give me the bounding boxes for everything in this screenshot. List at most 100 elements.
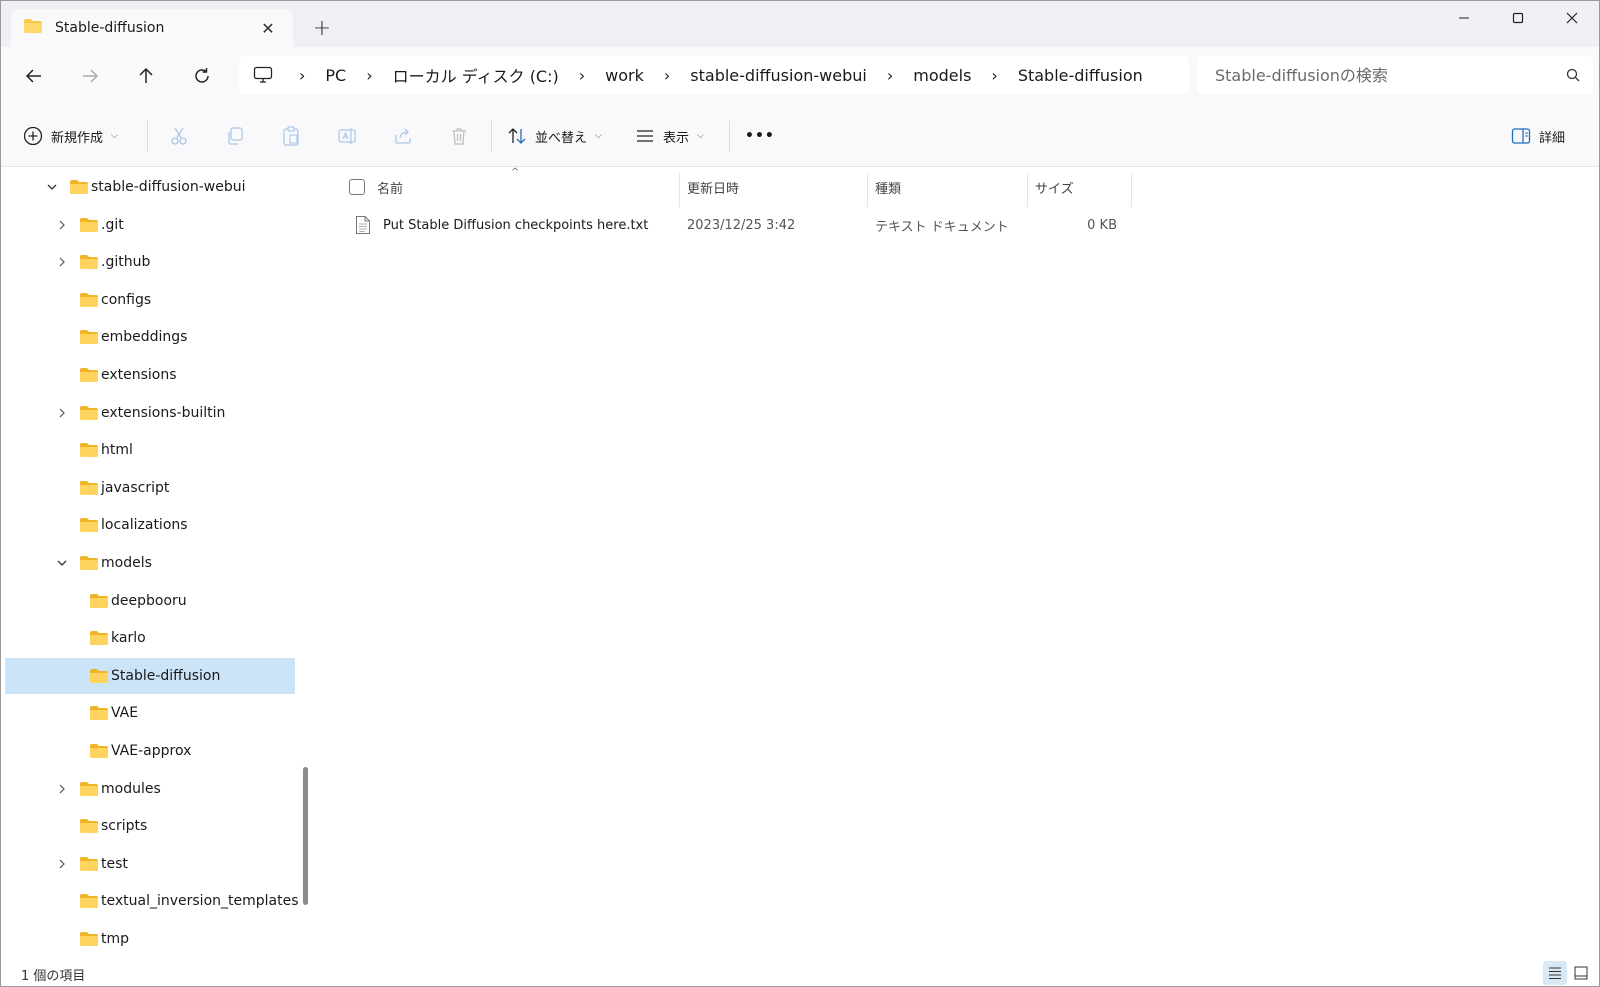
column-header-type[interactable]: 種類 bbox=[875, 171, 901, 203]
column-header-name-label: 名前 bbox=[377, 181, 404, 197]
folder-icon bbox=[79, 480, 99, 500]
new-button[interactable]: 新規作成 ⌵ bbox=[23, 118, 118, 154]
navigation-pane-scrollbar[interactable] bbox=[303, 767, 308, 905]
back-button[interactable] bbox=[17, 59, 51, 93]
breadcrumb-separator: › bbox=[663, 65, 671, 85]
search-input[interactable] bbox=[1215, 65, 1553, 85]
column-divider[interactable] bbox=[867, 173, 868, 207]
folder-icon bbox=[89, 593, 109, 613]
plus-circle-icon bbox=[23, 126, 43, 146]
toolbar-divider bbox=[147, 121, 148, 153]
file-row[interactable]: Put Stable Diffusion checkpoints here.tx… bbox=[341, 207, 1451, 243]
close-window-button[interactable] bbox=[1545, 1, 1599, 35]
new-tab-button[interactable]: + bbox=[307, 13, 337, 43]
column-divider[interactable] bbox=[679, 173, 680, 207]
refresh-button[interactable] bbox=[185, 59, 219, 93]
tree-item[interactable]: modules bbox=[5, 771, 295, 807]
chevron-right-icon[interactable] bbox=[55, 255, 69, 269]
select-all-checkbox[interactable] bbox=[349, 179, 365, 195]
chevron-right-icon[interactable] bbox=[55, 782, 69, 796]
tree-item[interactable]: models bbox=[5, 545, 295, 581]
delete-button[interactable] bbox=[441, 118, 477, 154]
tree-item[interactable]: tmp bbox=[5, 921, 295, 957]
search-box[interactable] bbox=[1197, 56, 1593, 94]
address-bar[interactable]: › PC › ローカル ディスク (C:) › work › stable-di… bbox=[239, 56, 1189, 94]
up-button[interactable] bbox=[129, 59, 163, 93]
breadcrumb-work[interactable]: work bbox=[605, 66, 644, 85]
tree-item[interactable]: .github bbox=[5, 244, 295, 280]
tree-item[interactable]: VAE-approx bbox=[5, 733, 295, 769]
maximize-button[interactable] bbox=[1491, 1, 1545, 35]
tree-item-label: tmp bbox=[101, 931, 130, 947]
more-options-button[interactable]: ••• bbox=[745, 118, 775, 154]
tree-item[interactable]: deepbooru bbox=[5, 583, 295, 619]
view-button[interactable]: 表示 ⌵ bbox=[635, 118, 704, 154]
tree-item[interactable]: test bbox=[5, 846, 295, 882]
chevron-down-icon[interactable] bbox=[45, 180, 59, 194]
tree-item[interactable]: karlo bbox=[5, 620, 295, 656]
close-tab-button[interactable]: ✕ bbox=[253, 13, 283, 43]
file-type: テキスト ドキュメント bbox=[875, 219, 1009, 235]
paste-button[interactable] bbox=[273, 118, 309, 154]
tiles-view-button[interactable] bbox=[1569, 961, 1593, 985]
tree-item-label: extensions bbox=[101, 367, 177, 383]
tree-item[interactable]: VAE bbox=[5, 695, 295, 731]
sort-button[interactable]: 並べ替え ⌵ bbox=[507, 118, 602, 154]
rename-button[interactable] bbox=[329, 118, 365, 154]
search-icon[interactable] bbox=[1553, 68, 1593, 82]
tree-item-label: deepbooru bbox=[111, 592, 187, 609]
column-divider[interactable] bbox=[1027, 173, 1028, 207]
column-header-size[interactable]: サイズ bbox=[1035, 171, 1074, 203]
tab-stable-diffusion[interactable]: Stable-diffusion ✕ bbox=[11, 9, 293, 47]
chevron-right-icon[interactable] bbox=[55, 406, 69, 420]
tree-item-label: test bbox=[101, 855, 128, 872]
tree-item[interactable]: extensions-builtin bbox=[5, 395, 295, 431]
share-button[interactable] bbox=[385, 118, 421, 154]
list-view-icon bbox=[635, 126, 655, 146]
chevron-down-icon[interactable] bbox=[55, 556, 69, 570]
sort-icon bbox=[507, 126, 527, 146]
column-header-modified-label: 更新日時 bbox=[687, 181, 740, 197]
chevron-right-icon[interactable] bbox=[55, 218, 69, 232]
tree-item-label: scripts bbox=[101, 818, 148, 835]
breadcrumb-models[interactable]: models bbox=[913, 66, 971, 85]
command-bar: 新規作成 ⌵ 並べ替え ⌵ 表示 ⌵ ••• 詳細 bbox=[1, 105, 1599, 167]
tree-item-label: .github bbox=[101, 254, 151, 271]
tree-item[interactable]: extensions bbox=[5, 357, 295, 393]
details-view-button[interactable] bbox=[1543, 961, 1567, 985]
tree-item[interactable]: configs bbox=[5, 282, 295, 318]
tree-item[interactable]: Stable-diffusion bbox=[5, 657, 295, 694]
tree-item[interactable]: stable-diffusion-webui bbox=[5, 171, 295, 205]
breadcrumb-local-disk[interactable]: ローカル ディスク (C:) bbox=[393, 63, 559, 87]
details-pane-button[interactable]: 詳細 bbox=[1511, 118, 1565, 154]
details-view-icon bbox=[1549, 967, 1561, 979]
minimize-button[interactable] bbox=[1437, 1, 1491, 35]
copy-button[interactable] bbox=[217, 118, 253, 154]
tree-item[interactable]: scripts bbox=[5, 808, 295, 844]
tree-item[interactable]: javascript bbox=[5, 470, 295, 506]
sort-ascending-icon: ^ bbox=[511, 167, 520, 178]
breadcrumb-stable-diffusion[interactable]: Stable-diffusion bbox=[1018, 66, 1143, 85]
tree-item-label: javascript bbox=[101, 479, 170, 496]
share-icon bbox=[385, 118, 421, 154]
folder-icon bbox=[79, 442, 99, 462]
tree-item-label: VAE-approx bbox=[111, 743, 192, 759]
forward-button[interactable] bbox=[73, 59, 107, 93]
tree-item[interactable]: html bbox=[5, 432, 295, 468]
cut-button[interactable] bbox=[161, 118, 197, 154]
tree-item-label: .git bbox=[101, 216, 124, 233]
tree-item[interactable]: localizations bbox=[5, 507, 295, 543]
breadcrumb-stable-diffusion-webui[interactable]: stable-diffusion-webui bbox=[690, 66, 867, 85]
column-header-modified[interactable]: 更新日時 bbox=[687, 171, 739, 203]
column-header-name[interactable]: 名前 bbox=[377, 171, 403, 203]
breadcrumb-pc[interactable]: PC bbox=[325, 66, 346, 85]
trash-icon bbox=[441, 118, 477, 154]
copy-icon bbox=[217, 118, 253, 154]
text-file-icon bbox=[355, 215, 371, 239]
status-bar: 1 個の項目 bbox=[1, 961, 1599, 986]
chevron-right-icon[interactable] bbox=[55, 857, 69, 871]
tree-item[interactable]: embeddings bbox=[5, 319, 295, 355]
tree-item[interactable]: .git bbox=[5, 207, 295, 243]
column-divider[interactable] bbox=[1131, 173, 1132, 207]
tree-item[interactable]: textual_inversion_templates bbox=[5, 883, 299, 919]
